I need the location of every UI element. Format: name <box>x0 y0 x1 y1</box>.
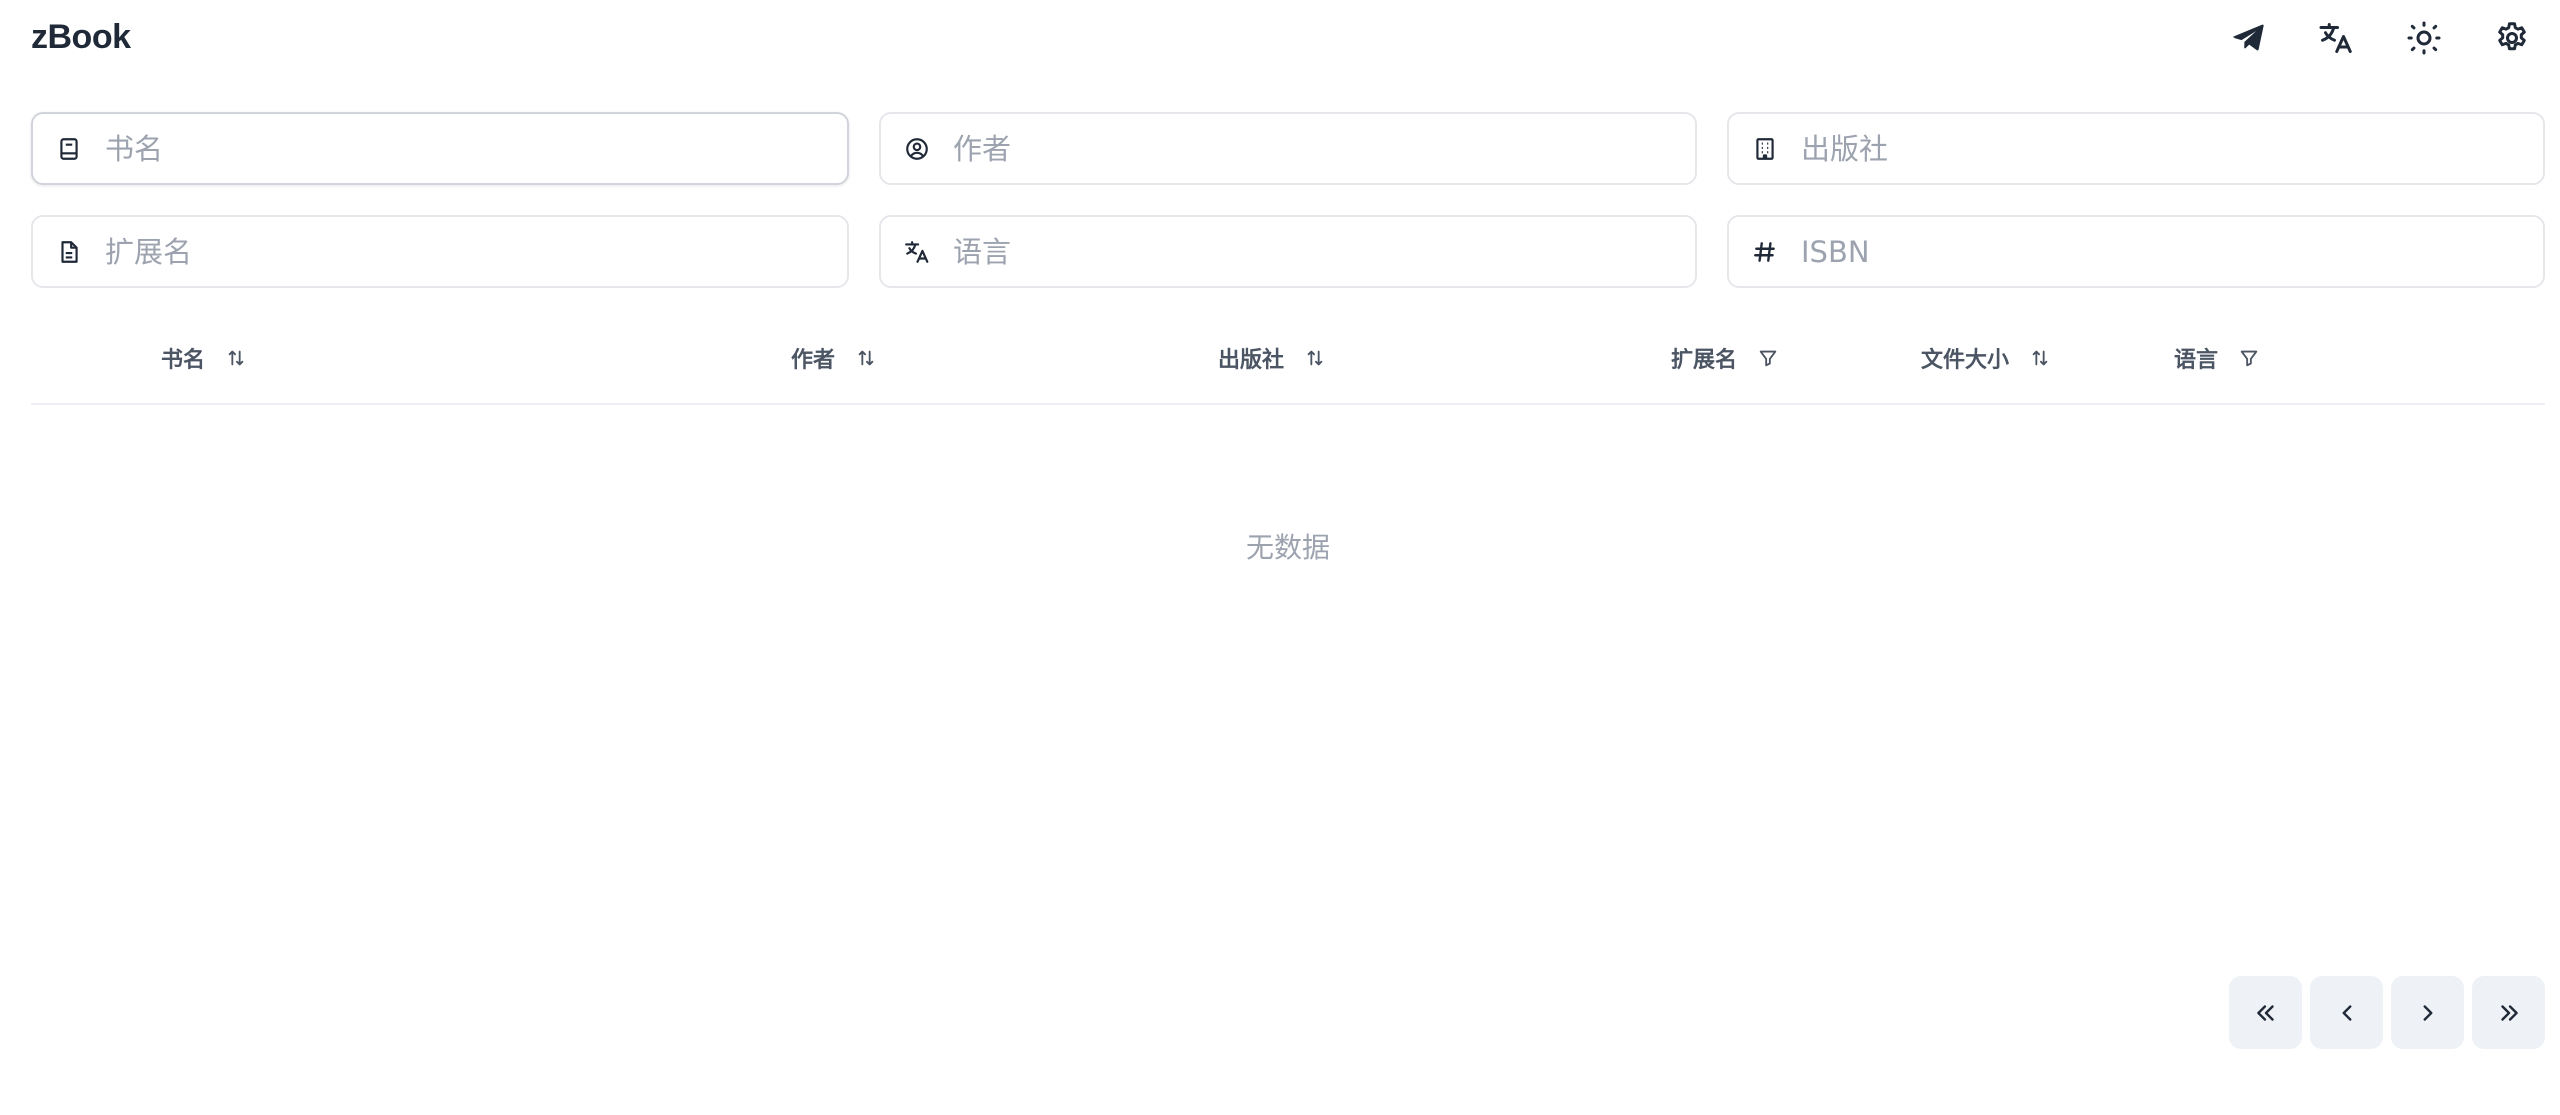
sort-icon <box>858 350 874 366</box>
filter-icon <box>2240 350 2258 367</box>
building-icon <box>1729 114 1801 183</box>
settings-button[interactable] <box>2492 18 2532 58</box>
sort-icon <box>1307 350 1323 366</box>
column-header-file-size[interactable]: 文件大小 <box>1921 342 2051 374</box>
sun-icon <box>2407 21 2441 55</box>
column-label: 出版社 <box>1218 348 1285 373</box>
books-table: 书名 作者 出版社 扩展名 文件大小 语言 无数据 <box>31 320 2545 564</box>
column-label: 语言 <box>2174 348 2219 373</box>
title-field <box>31 112 849 185</box>
column-label: 文件大小 <box>1921 348 2010 373</box>
sort-icon <box>2032 350 2048 366</box>
gear-icon <box>2498 22 2526 51</box>
chevrons-right-icon <box>2500 1004 2518 1021</box>
column-header-author[interactable]: 作者 <box>791 342 877 374</box>
chevron-right-icon <box>2423 1004 2432 1021</box>
last-page-button[interactable] <box>2472 976 2545 1049</box>
telegram-button[interactable] <box>2228 18 2268 58</box>
pagination <box>2229 976 2545 1049</box>
column-label: 作者 <box>791 348 836 373</box>
translate-icon <box>2319 23 2352 53</box>
column-header-publisher[interactable]: 出版社 <box>1218 342 1326 374</box>
column-header-extension[interactable]: 扩展名 <box>1671 342 1779 374</box>
previous-page-button[interactable] <box>2310 976 2383 1049</box>
theme-toggle-button[interactable] <box>2404 18 2444 58</box>
app-title: zBook <box>31 18 131 56</box>
header-actions <box>2228 18 2532 58</box>
translate-icon <box>881 217 953 286</box>
column-header-title[interactable]: 书名 <box>161 342 247 374</box>
column-label: 书名 <box>161 348 206 373</box>
author-field <box>879 112 1697 185</box>
next-page-button[interactable] <box>2391 976 2464 1049</box>
user-circle-icon <box>881 114 953 183</box>
author-input[interactable] <box>953 114 1695 183</box>
column-header-language[interactable]: 语言 <box>2174 342 2260 374</box>
file-icon <box>33 217 105 286</box>
isbn-input[interactable] <box>1801 217 2543 286</box>
empty-state-text: 无数据 <box>1245 531 1330 564</box>
language-input[interactable] <box>953 217 1695 286</box>
language-button[interactable] <box>2316 18 2356 58</box>
language-field <box>879 215 1697 288</box>
sort-icon <box>228 350 244 366</box>
telegram-icon <box>2233 24 2264 51</box>
column-label: 扩展名 <box>1671 348 1738 373</box>
chevrons-left-icon <box>2256 1004 2274 1021</box>
app-header: zBook <box>0 0 2560 78</box>
isbn-field <box>1727 215 2545 288</box>
publisher-field <box>1727 112 2545 185</box>
chevron-left-icon <box>2342 1004 2351 1021</box>
book-icon <box>33 114 105 183</box>
extension-input[interactable] <box>105 217 847 286</box>
extension-field <box>31 215 849 288</box>
search-filters <box>31 112 2545 288</box>
table-header: 书名 作者 出版社 扩展名 文件大小 语言 <box>31 320 2545 405</box>
first-page-button[interactable] <box>2229 976 2302 1049</box>
title-input[interactable] <box>105 114 847 183</box>
hash-icon <box>1729 217 1801 286</box>
filter-icon <box>1759 350 1777 367</box>
publisher-input[interactable] <box>1801 114 2543 183</box>
